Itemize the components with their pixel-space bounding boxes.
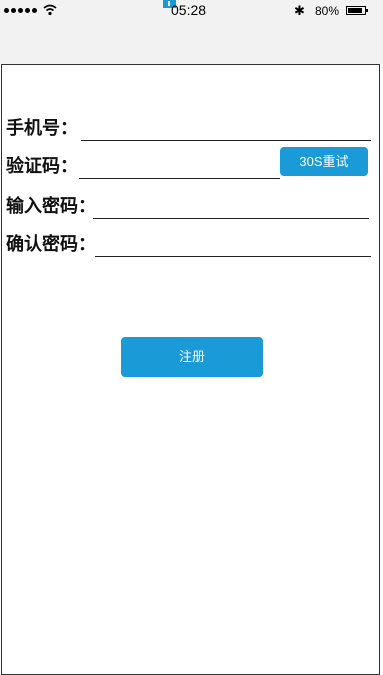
bluetooth-icon: ✱	[294, 3, 305, 18]
wifi-icon	[43, 4, 57, 16]
register-button[interactable]: 注册	[121, 337, 263, 377]
status-time: 05:28	[171, 2, 207, 18]
battery-percent: 80%	[315, 4, 340, 18]
battery-icon	[346, 6, 368, 15]
phone-input[interactable]	[81, 117, 371, 141]
confirm-password-row: 确认密码：	[2, 233, 379, 259]
signal-dots-icon	[4, 8, 37, 13]
register-form: 手机号： 验证码： 30S重试 输入密码： 确认密码： 注册	[1, 64, 380, 675]
password-label: 输入密码：	[6, 196, 96, 217]
phone-label: 手机号：	[6, 118, 78, 139]
phone-row: 手机号：	[2, 117, 379, 143]
verification-code-input[interactable]	[79, 155, 280, 179]
password-input[interactable]	[93, 195, 369, 219]
resend-code-button[interactable]: 30S重试	[280, 147, 368, 176]
password-row: 输入密码：	[2, 195, 379, 221]
navigation-bar	[0, 22, 383, 64]
code-label: 验证码：	[6, 156, 78, 177]
status-bar: 05:28 ✱ 80%	[0, 0, 383, 22]
confirm-password-label: 确认密码：	[6, 234, 96, 255]
confirm-password-input[interactable]	[95, 233, 371, 257]
